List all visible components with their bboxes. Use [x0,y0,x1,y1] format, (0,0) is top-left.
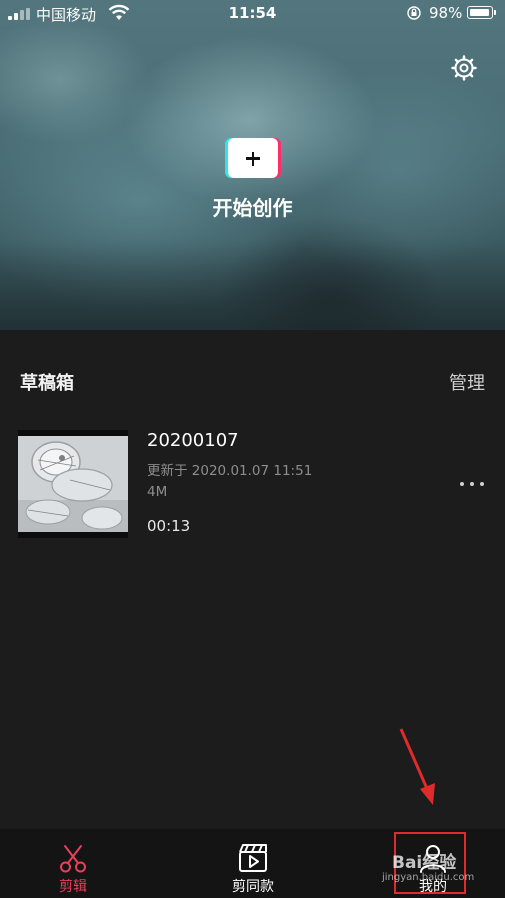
battery-icon [467,6,496,19]
draft-updated-time: 更新于 2020.01.07 11:51 [147,463,313,479]
tab-edit-label: 剪辑 [59,879,87,895]
draft-duration: 00:13 [147,517,191,535]
draft-thumbnail [18,430,128,538]
watermark-url: jingyan.baidu.com [382,872,475,883]
scissors-icon [60,845,86,873]
annotation-arrow [399,728,435,805]
hero-banner: 中国移动 11:54 98% 开始创作 [0,0,505,330]
manage-button[interactable]: 管理 [449,369,485,395]
settings-icon[interactable] [451,55,477,81]
draft-file-size: 4M [147,484,168,500]
clapperboard-icon [239,844,267,872]
tab-template-label: 剪同款 [232,879,274,895]
battery-fill [469,8,490,16]
drafts-title: 草稿箱 [20,373,74,394]
hero-shade [0,240,505,330]
start-creating-button[interactable] [228,138,278,178]
draft-title: 20200107 [147,430,239,451]
watermark-logo: Bai经验 [392,853,457,873]
rotation-lock-icon [407,6,421,20]
tab-edit[interactable]: 剪辑 [30,829,116,898]
tab-template[interactable]: 剪同款 [210,829,296,898]
start-creating-label[interactable]: 开始创作 [0,192,505,221]
more-options-icon[interactable] [459,474,485,494]
thumbnail-image [18,430,128,538]
battery-percentage: 98% [429,4,463,22]
draft-item[interactable]: 20200107 更新于 2020.01.07 11:51 4M 00:13 [18,430,488,538]
status-bar: 中国移动 11:54 98% [0,0,505,28]
